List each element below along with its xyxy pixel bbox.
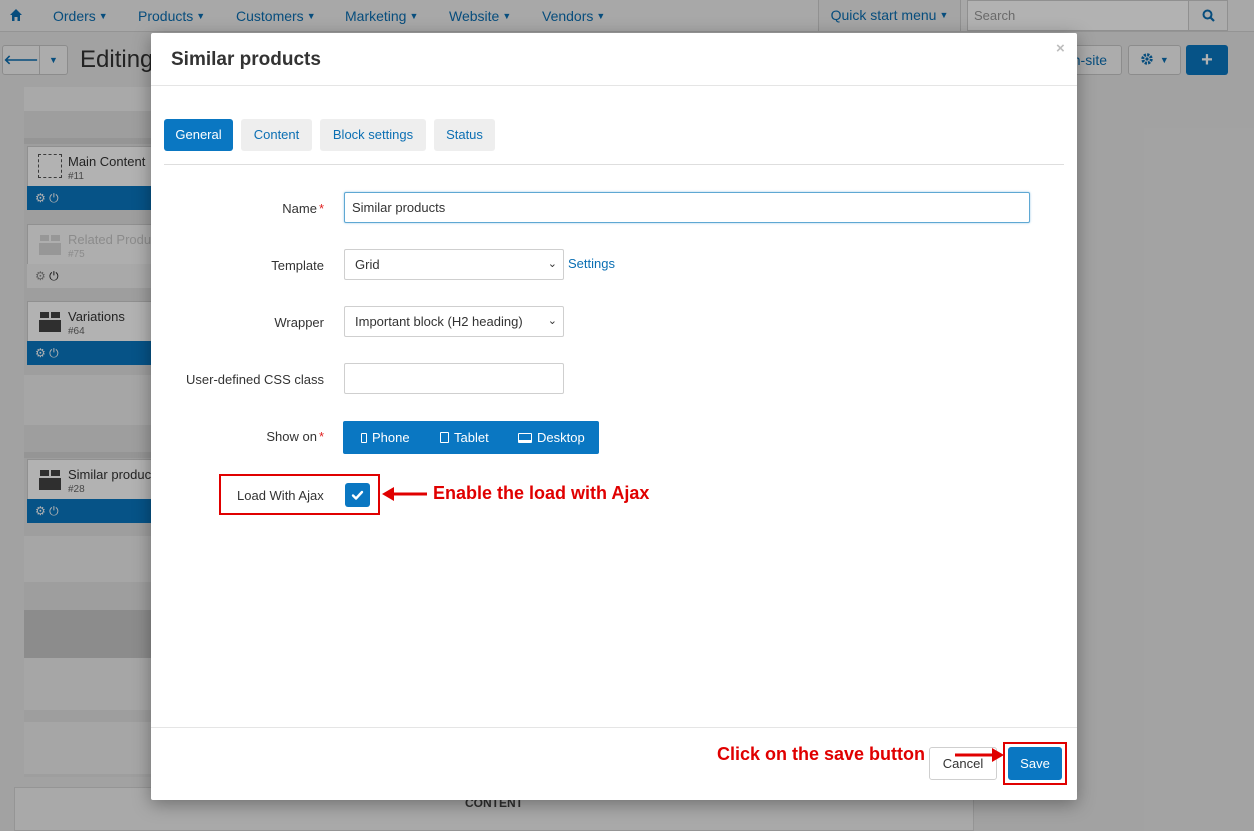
annotation-arrow-icon [955, 748, 1004, 762]
show-on-desktop[interactable]: Desktop [518, 421, 585, 454]
modal-footer-divider [151, 727, 1077, 728]
tab-block-settings[interactable]: Block settings [320, 119, 426, 151]
save-button[interactable]: Save [1008, 747, 1062, 780]
check-icon [351, 490, 364, 500]
save-highlight-box: Save [1003, 742, 1067, 785]
load-with-ajax-label: Load With Ajax [237, 488, 324, 503]
annotation-arrow-icon [382, 487, 427, 501]
ajax-highlight-box: Load With Ajax [219, 474, 380, 515]
close-icon[interactable]: × [1056, 40, 1065, 57]
modal-title: Similar products [171, 49, 321, 70]
similar-products-dialog: Similar products × General Content Block… [151, 33, 1077, 800]
template-settings-link[interactable]: Settings [568, 256, 615, 271]
css-class-input[interactable] [344, 363, 564, 394]
desktop-icon [518, 433, 532, 443]
show-on-phone[interactable]: Phone [361, 421, 410, 454]
wrapper-label: Wrapper [274, 315, 324, 330]
phone-icon [361, 433, 367, 443]
required-mark: * [318, 429, 324, 444]
tab-general[interactable]: General [164, 119, 233, 151]
tab-status[interactable]: Status [434, 119, 495, 151]
wrapper-select[interactable]: Important block (H2 heading) ⌄ [344, 306, 564, 337]
modal-header: Similar products × [151, 33, 1077, 86]
annotation-enable-ajax: Enable the load with Ajax [433, 483, 650, 503]
template-label: Template [271, 258, 324, 273]
template-select[interactable]: Grid ⌄ [344, 249, 564, 280]
required-mark: * [318, 201, 324, 216]
load-with-ajax-checkbox[interactable] [345, 483, 370, 507]
tab-content[interactable]: Content [241, 119, 312, 151]
chevron-down-icon: ⌄ [547, 258, 557, 270]
tab-bar: General Content Block settings Status [164, 119, 1064, 165]
show-on-tablet[interactable]: Tablet [440, 421, 489, 454]
show-on-toggle-group: Phone Tablet Desktop [343, 421, 599, 454]
name-input[interactable] [344, 192, 1030, 223]
tablet-icon [440, 432, 449, 443]
name-label: Name * [282, 201, 324, 216]
chevron-down-icon: ⌄ [547, 315, 557, 327]
annotation-save: Click on the save button [717, 744, 928, 765]
show-on-label: Show on * [266, 429, 324, 444]
css-class-label: User-defined CSS class [186, 372, 324, 387]
